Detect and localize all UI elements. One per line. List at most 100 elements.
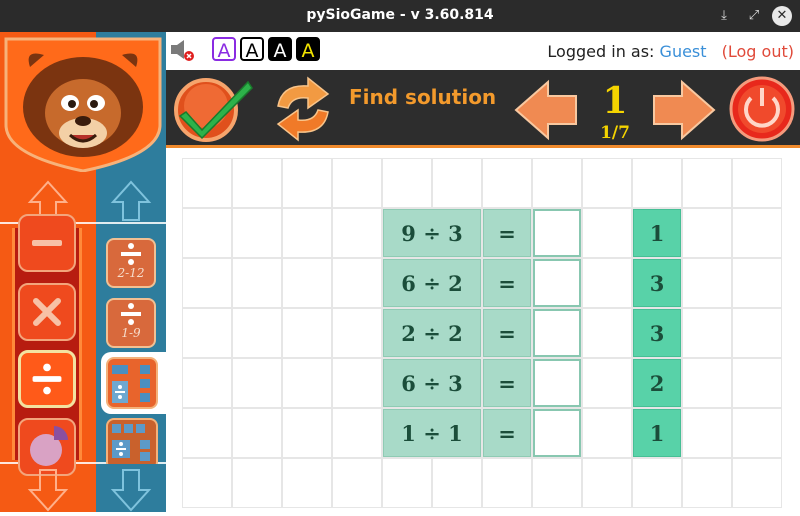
answer-option-tile[interactable]: 2 [633, 359, 681, 407]
grid-cell [732, 258, 782, 308]
close-icon[interactable]: ✕ [772, 6, 792, 26]
grid-cell [582, 308, 632, 358]
subcategory-label: 2-12 [117, 266, 145, 280]
font-style-button-3[interactable]: A [268, 37, 292, 62]
division-puzzle-game-icon[interactable] [106, 418, 158, 464]
answer-option-tile[interactable]: 3 [633, 309, 681, 357]
refresh-icon[interactable] [268, 76, 338, 142]
grid-cell [482, 158, 532, 208]
maximize-icon[interactable]: ⤢ [744, 6, 764, 26]
grid-cell [482, 458, 532, 508]
grid-cell [532, 458, 582, 508]
grid-cell [632, 158, 682, 208]
grid-cell [732, 458, 782, 508]
grid-cell [232, 158, 282, 208]
equals-sign: = [483, 259, 531, 307]
answer-slot[interactable] [533, 409, 581, 457]
font-style-button-4[interactable]: A [296, 37, 320, 62]
subtraction-category-button[interactable] [18, 214, 76, 272]
minimize-icon[interactable]: ⤓ [714, 6, 734, 26]
answer-slot[interactable] [533, 209, 581, 257]
grid-cell [282, 358, 332, 408]
grid-cell [232, 458, 282, 508]
grid-cell [582, 158, 632, 208]
subcategory-division-2-12-button[interactable]: 2-12 [106, 238, 156, 288]
grid-cell [382, 158, 432, 208]
grid-cell [382, 458, 432, 508]
username-link[interactable]: Guest [660, 42, 707, 61]
equals-sign: = [483, 209, 531, 257]
grid-cell [182, 408, 232, 458]
grid-cell [332, 208, 382, 258]
check-answer-icon[interactable] [170, 76, 256, 142]
equals-sign: = [483, 309, 531, 357]
answer-slot[interactable] [533, 309, 581, 357]
category-down-arrow-icon[interactable] [18, 466, 78, 516]
grid-cell [582, 358, 632, 408]
subcategory-division-1-9-button[interactable]: 1-9 [106, 298, 156, 348]
answer-option-tile[interactable]: 1 [633, 409, 681, 457]
grid-cell [682, 408, 732, 458]
grid-cell [682, 308, 732, 358]
grid-cell [332, 458, 382, 508]
power-exit-icon[interactable] [727, 76, 797, 142]
next-level-arrow-icon[interactable] [650, 78, 718, 142]
grid-cell [282, 258, 332, 308]
division-matching-game-icon[interactable] [106, 357, 158, 409]
division-expression: 6 ÷ 3 [383, 359, 481, 407]
grid-cell [182, 308, 232, 358]
separator [96, 222, 166, 224]
grid-cell [532, 158, 582, 208]
find-solution-button[interactable]: Find solution [349, 85, 496, 109]
multiplication-category-button[interactable] [18, 283, 76, 341]
login-status: Logged in as: Guest (Log out) [547, 42, 794, 61]
logout-link[interactable]: (Log out) [722, 42, 794, 61]
grid-cell [682, 158, 732, 208]
divide-icon [32, 363, 62, 395]
grid-cell [282, 208, 332, 258]
puzzle-board: 9 ÷ 3 = 1 6 ÷ 2 = 3 2 ÷ 2 = 3 6 ÷ 3 = 2 1 ÷ 1 = 1 [182, 158, 782, 508]
grid-cell [182, 358, 232, 408]
division-expression: 2 ÷ 2 [383, 309, 481, 357]
grid-cell [682, 258, 732, 308]
multiply-icon [33, 298, 61, 326]
grid-cell [282, 158, 332, 208]
division-expression: 1 ÷ 1 [383, 409, 481, 457]
grid-cell [182, 158, 232, 208]
grid-cell [632, 458, 682, 508]
answer-slot[interactable] [533, 359, 581, 407]
grid-cell [682, 208, 732, 258]
grid-cell [232, 208, 282, 258]
answer-option-tile[interactable]: 3 [633, 259, 681, 307]
answer-option-tile[interactable]: 1 [633, 209, 681, 257]
grid-cell [732, 358, 782, 408]
grid-cell [432, 158, 482, 208]
grid-cell [282, 458, 332, 508]
grid-cell [582, 408, 632, 458]
grid-cell [682, 358, 732, 408]
lion-logo[interactable] [4, 37, 162, 172]
grid-cell [182, 258, 232, 308]
answer-slot[interactable] [533, 259, 581, 307]
grid-cell [182, 458, 232, 508]
equals-sign: = [483, 409, 531, 457]
previous-level-arrow-icon[interactable] [512, 78, 580, 142]
equals-sign: = [483, 359, 531, 407]
grid-cell [232, 308, 282, 358]
level-progress: 1/7 [600, 123, 630, 143]
font-style-button-2[interactable]: A [240, 37, 264, 62]
font-style-button-1[interactable]: A [212, 37, 236, 62]
grid-cell [582, 208, 632, 258]
grid-cell [732, 208, 782, 258]
subcategory-label: 1-9 [121, 326, 141, 340]
grid-cell [732, 408, 782, 458]
grid-cell [182, 208, 232, 258]
subcategory-up-arrow-icon[interactable] [101, 176, 161, 226]
grid-cell [432, 458, 482, 508]
subcategory-down-arrow-icon[interactable] [101, 466, 161, 516]
division-category-button[interactable] [18, 350, 76, 408]
division-expression: 9 ÷ 3 [383, 209, 481, 257]
sound-muted-icon[interactable] [169, 38, 195, 62]
window-titlebar: pySioGame - v 3.60.814 ⤓ ⤢ ✕ [0, 0, 800, 32]
grid-cell [332, 308, 382, 358]
